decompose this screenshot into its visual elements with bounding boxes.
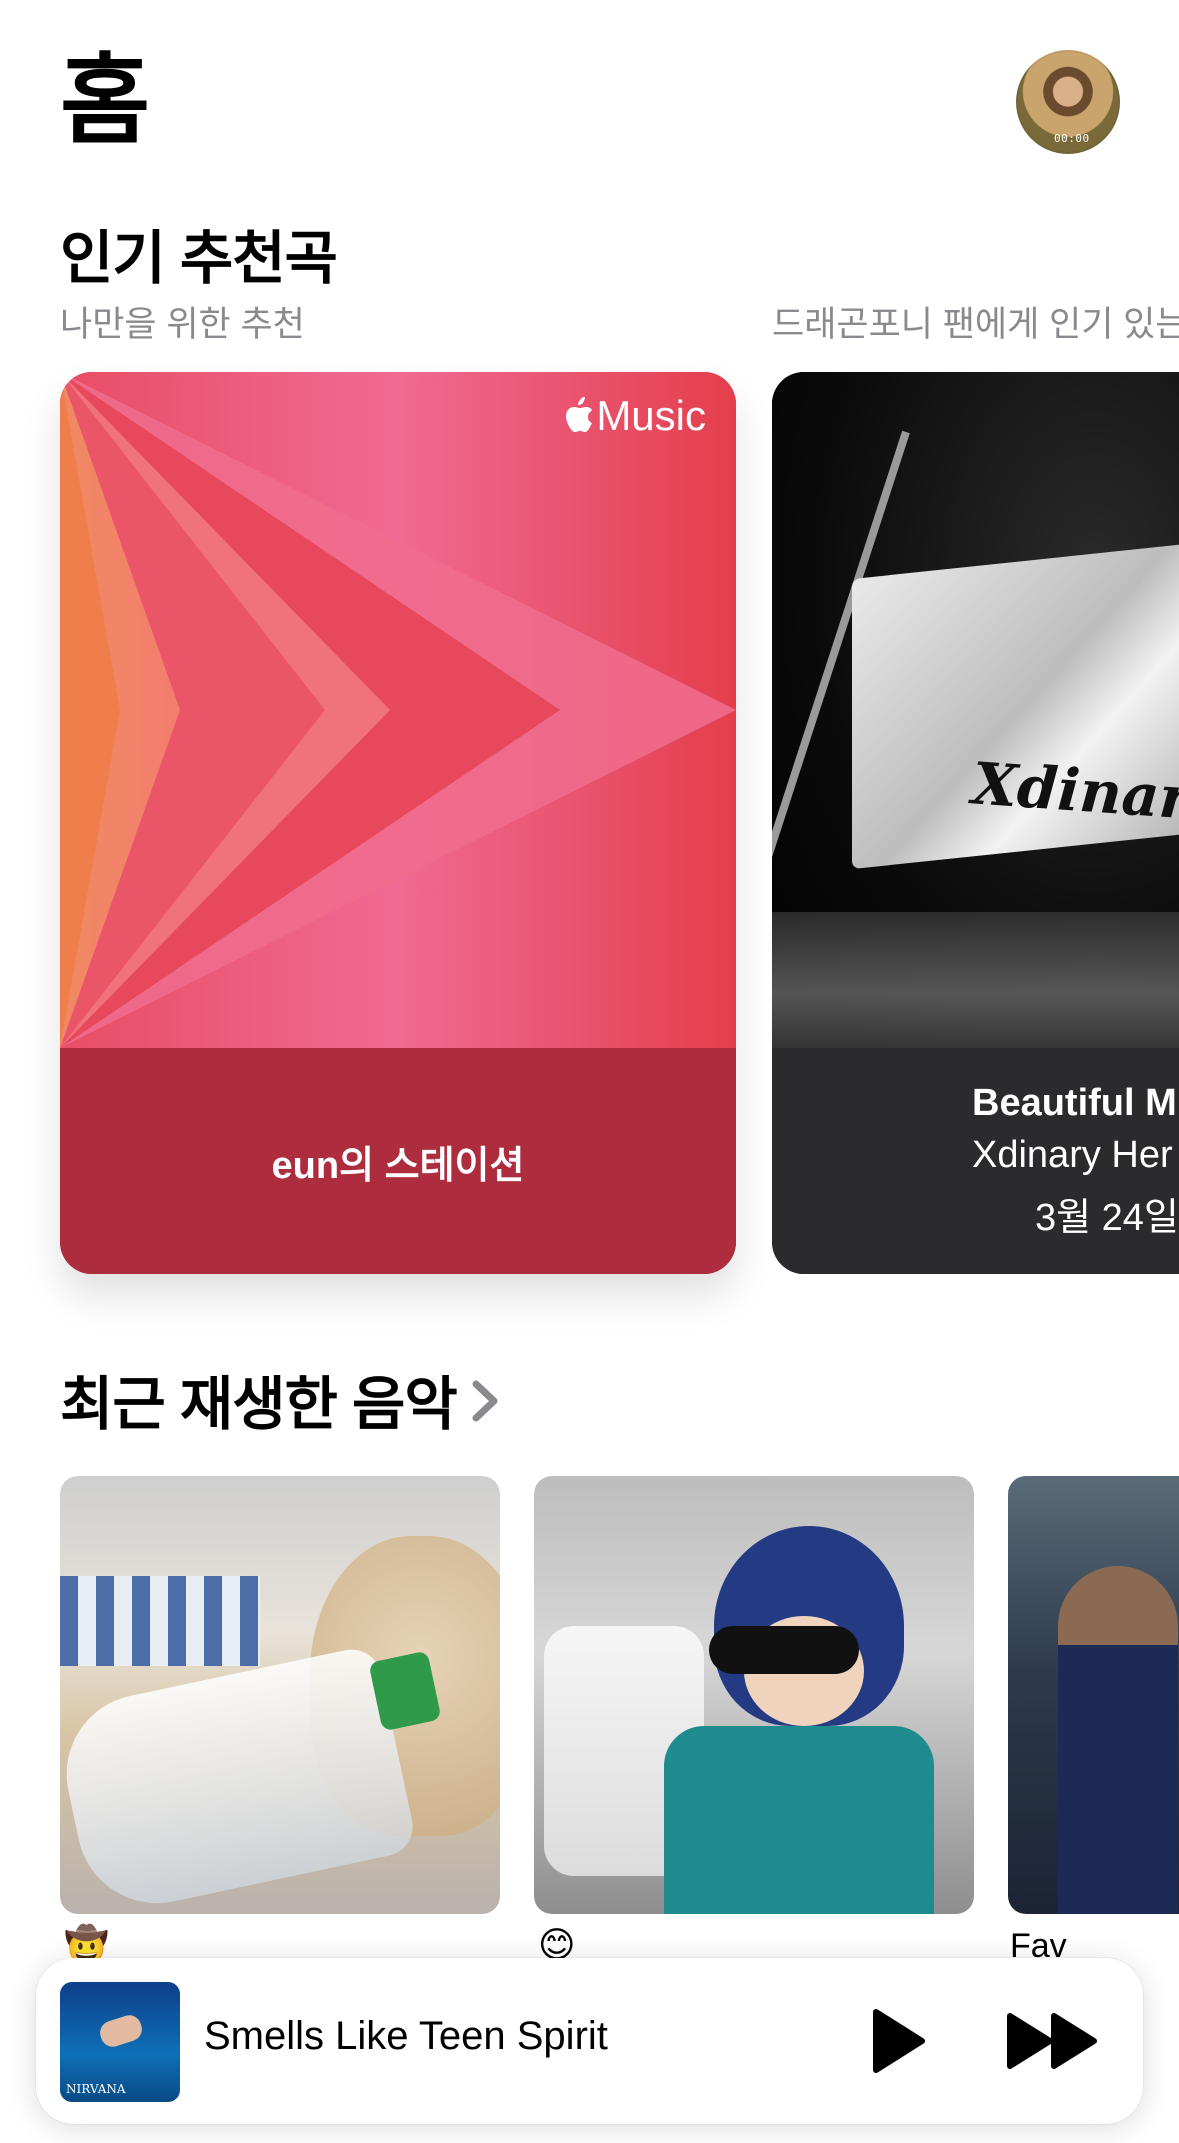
album-art-ground	[772, 912, 1179, 1048]
section-subtitle-fans: 드래곤포니 팬에게 인기 있는	[772, 305, 1179, 344]
mini-player[interactable]: NIRVANA Smells Like Teen Spirit	[36, 1958, 1143, 2124]
station-name: eun의 스테이션	[271, 1145, 525, 1187]
station-artwork	[60, 372, 736, 1048]
avatar-overlay-text: 00:00	[1054, 132, 1090, 145]
recent-item-2-artwork[interactable]	[534, 1476, 974, 1914]
album-artwork: Xdinary He	[772, 372, 1179, 1048]
artwork-detail	[709, 1626, 859, 1674]
recent-item-1-artwork[interactable]	[60, 1476, 500, 1914]
apple-music-badge: Music	[562, 392, 706, 440]
profile-avatar[interactable]: 00:00	[1016, 50, 1120, 154]
artwork-detail	[664, 1726, 934, 1914]
album-release-date: 3월 24일	[1035, 1197, 1179, 1239]
apple-music-label: Music	[596, 392, 706, 439]
album-card[interactable]: Xdinary He Beautiful M Xdinary Her 3월 24…	[772, 372, 1179, 1274]
now-playing-title[interactable]: Smells Like Teen Spirit	[204, 2014, 608, 2059]
recent-item-3-artwork[interactable]	[1008, 1476, 1179, 1914]
chevron-right-icon[interactable]	[468, 1376, 502, 1426]
artwork-logo-text: NIRVANA	[66, 2082, 126, 2096]
fast-forward-icon[interactable]	[1004, 2008, 1102, 2074]
apple-logo-icon	[566, 397, 593, 432]
artwork-detail	[97, 2012, 145, 2050]
section-title-recently-played[interactable]: 최근 재생한 음악	[60, 1370, 458, 1440]
section-title-top-picks: 인기 추천곡	[60, 226, 338, 291]
page-title: 홈	[60, 45, 150, 155]
now-playing-artwork[interactable]: NIRVANA	[60, 1982, 180, 2102]
section-subtitle-for-you: 나만을 위한 추천	[60, 305, 305, 344]
artwork-detail	[1058, 1566, 1178, 1914]
station-card[interactable]: Music eun의 스테이션	[60, 372, 736, 1274]
album-artist: Xdinary Her	[972, 1134, 1173, 1176]
play-icon[interactable]	[868, 2008, 928, 2074]
artwork-detail	[60, 1576, 260, 1666]
artwork-detail	[60, 1643, 419, 1914]
album-title: Beautiful M	[972, 1082, 1177, 1124]
